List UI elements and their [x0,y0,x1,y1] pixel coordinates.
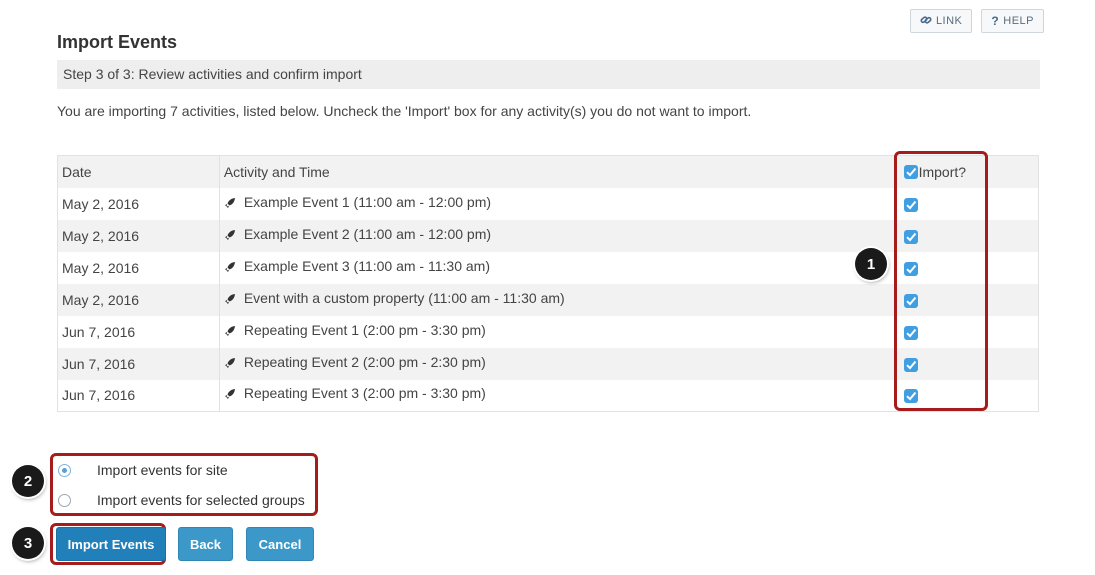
step-indicator: Step 3 of 3: Review activities and confi… [57,60,1040,89]
intro-text: You are importing 7 activities, listed b… [57,103,752,119]
callout-2: 2 [12,465,44,497]
callout-1: 1 [855,248,887,280]
rocket-icon [224,324,236,336]
question-icon: ? [991,14,1000,28]
row-activity: Example Event 3 (11:00 am - 11:30 am) [243,257,490,274]
row-activity: Example Event 2 (11:00 am - 12:00 pm) [243,225,492,242]
top-actions: LINK ? HELP [909,9,1044,33]
table-row: May 2, 2016 Example Event 2 (11:00 am - 1… [57,219,1039,252]
import-column-highlight [894,151,988,411]
import-events-button[interactable]: Import Events [56,527,166,561]
table-row: Jun 7, 2016 Repeating Event 1 (2:00 pm - … [57,315,1039,348]
site-radio-label: Import events for site [97,462,228,478]
table-row: Jun 7, 2016 Repeating Event 3 (2:00 pm - … [57,379,1039,412]
rocket-icon [224,228,236,240]
table-row: May 2, 2016 Example Event 3 (11:00 am - 1… [57,251,1039,284]
rocket-icon [224,387,236,400]
option-groups[interactable]: Import events for selected groups [58,492,305,508]
back-button[interactable]: Back [178,527,233,561]
row-activity: Event with a custom property (11:00 am -… [243,289,565,306]
row-activity-cell: Repeating Event 3 (2:00 pm - 3:30 pm) [219,380,892,412]
row-date: May 2, 2016 [57,187,220,220]
table-header-row: Date Activity and Time Import? [57,155,1039,188]
help-label: HELP [1003,15,1034,27]
column-date: Date [57,155,220,188]
page-title: Import Events [57,32,178,52]
table-row: May 2, 2016 Event with a custom property … [57,283,1039,316]
callout-3: 3 [12,527,44,559]
row-activity: Repeating Event 1 (2:00 pm - 3:30 pm) [243,321,486,338]
help-button[interactable]: ? HELP [981,9,1044,33]
link-label: LINK [935,15,963,27]
option-site[interactable]: Import events for site [58,462,228,478]
row-activity-cell: Repeating Event 2 (2:00 pm - 2:30 pm) [219,348,892,380]
row-activity-cell: Repeating Event 1 (2:00 pm - 3:30 pm) [219,316,892,348]
row-activity-cell: Event with a custom property (11:00 am -… [219,284,892,316]
rocket-icon [224,292,236,304]
table-row: Jun 7, 2016 Repeating Event 2 (2:00 pm - … [57,347,1039,380]
link-icon [920,14,932,29]
rocket-icon [224,356,236,368]
link-button[interactable]: LINK [909,9,973,33]
row-activity-cell: Example Event 2 (11:00 am - 12:00 pm) [219,220,892,252]
cancel-button[interactable]: Cancel [246,527,314,561]
row-date: Jun 7, 2016 [57,379,220,412]
row-date: May 2, 2016 [57,283,220,316]
events-table: Date Activity and Time Import? May 2, 20… [57,155,1039,412]
groups-radio-label: Import events for selected groups [97,492,305,508]
rocket-icon [224,260,236,272]
row-activity: Repeating Event 3 (2:00 pm - 3:30 pm) [243,385,486,402]
row-activity-cell: Example Event 3 (11:00 am - 11:30 am) [219,252,892,284]
row-date: Jun 7, 2016 [57,315,220,348]
groups-radio[interactable] [58,493,71,507]
row-date: Jun 7, 2016 [57,347,220,380]
table-row: May 2, 2016 Example Event 1 (11:00 am - 1… [57,187,1039,220]
column-activity: Activity and Time [223,163,330,180]
site-radio[interactable] [58,463,71,477]
rocket-icon [224,196,236,208]
row-activity: Repeating Event 2 (2:00 pm - 2:30 pm) [243,353,486,370]
row-activity-cell: Example Event 1 (11:00 am - 12:00 pm) [219,188,892,220]
row-date: May 2, 2016 [57,219,220,252]
row-date: May 2, 2016 [57,251,220,284]
row-activity: Example Event 1 (11:00 am - 12:00 pm) [243,193,492,210]
